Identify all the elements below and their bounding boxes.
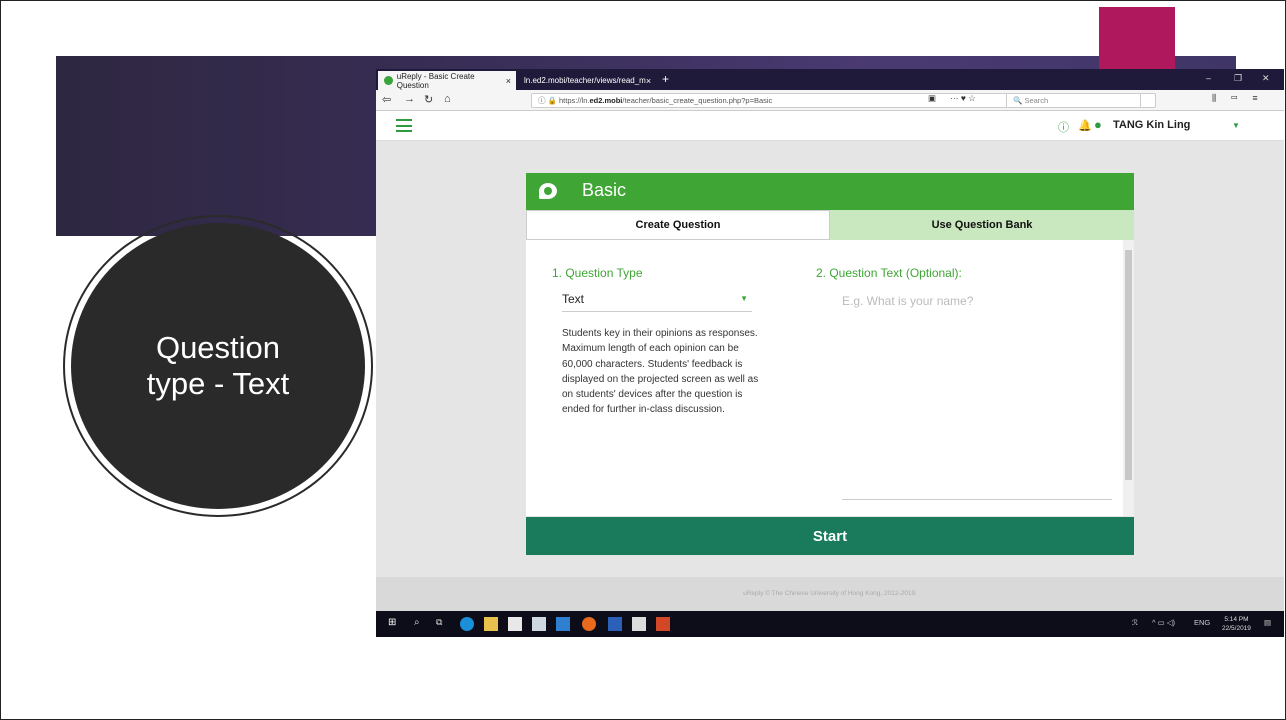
windows-start-icon[interactable]: ⊞ (388, 617, 402, 631)
slide-title: Question type - Text (118, 330, 318, 402)
close-window-icon[interactable]: ✕ (1262, 73, 1270, 84)
browser-search-input[interactable]: 🔍 Search (1006, 93, 1141, 108)
tab-label: ln.ed2.mobi/teacher/views/read_m (524, 76, 646, 85)
card-header: Basic (526, 173, 1134, 210)
bell-icon[interactable]: 🔔 (1078, 119, 1092, 132)
user-icon[interactable]: ● (1094, 117, 1102, 132)
tray-icons[interactable]: ^ ▭ ◁) (1152, 618, 1175, 627)
question-tabs: Create Question Use Question Bank (526, 210, 1134, 240)
screenshot: uReply - Basic Create Question × ln.ed2.… (376, 69, 1284, 637)
accent-block (1099, 7, 1175, 69)
question-text-input[interactable] (842, 294, 1112, 500)
url-path: /teacher/basic_create_question.php?p=Bas… (622, 96, 773, 105)
card-title: Basic (582, 180, 627, 200)
question-type-select[interactable]: Text ▼ (562, 292, 752, 312)
page-actions-icon[interactable]: ··· ♥ ☆ (950, 93, 976, 104)
tab-ureply[interactable]: uReply - Basic Create Question × (378, 71, 516, 90)
user-dropdown-icon[interactable]: ▼ (1232, 121, 1240, 130)
user-name[interactable]: TANG Kin Ling (1113, 119, 1190, 131)
clock-time: 5:14 PM (1224, 616, 1249, 623)
browser-tab-bar: uReply - Basic Create Question × ln.ed2.… (376, 69, 1284, 90)
help-icon[interactable]: ⓘ (1058, 119, 1069, 135)
forward-icon[interactable]: → (404, 93, 415, 105)
ureply-favicon-icon (384, 76, 393, 85)
task-view-icon[interactable]: ⧉ (436, 617, 450, 631)
question-text-label: 2. Question Text (Optional): (816, 266, 962, 280)
search-icon[interactable]: ⌕ (414, 617, 428, 631)
url-domain: ed2.mobi (589, 96, 623, 105)
menu-icon[interactable] (396, 119, 412, 132)
start-button[interactable]: Start (526, 517, 1134, 555)
restore-icon[interactable]: ❐ (1234, 73, 1242, 84)
search-placeholder: Search (1024, 96, 1049, 105)
clock-date: 22/5/2019 (1222, 625, 1251, 632)
powerpoint-icon[interactable] (656, 617, 670, 631)
photos-icon[interactable] (632, 617, 646, 631)
taskbar-clock[interactable]: 5:14 PM 22/5/2019 (1222, 615, 1251, 633)
tab-use-question-bank[interactable]: Use Question Bank (830, 210, 1134, 240)
question-type-label: 1. Question Type (552, 266, 643, 280)
question-bubble-icon (539, 183, 557, 199)
scrollbar[interactable] (1123, 240, 1134, 516)
windows-taskbar: ⊞ ⌕ ⧉ ℛ ^ ▭ ◁) ENG 5:14 PM 22/5/2019 ▤ (376, 611, 1284, 637)
card-body: 1. Question Type Text ▼ Students key in … (526, 240, 1134, 516)
slide-title-line2: type - Text (146, 366, 290, 401)
firefox-icon[interactable] (582, 617, 596, 631)
reader-view-icon[interactable]: ▣ (928, 93, 936, 104)
file-explorer-icon[interactable] (484, 617, 498, 631)
edge-icon[interactable] (460, 617, 474, 631)
home-icon[interactable]: ⌂ (444, 93, 451, 105)
title-circle: Question type - Text (71, 223, 365, 509)
tab-create-question[interactable]: Create Question (526, 210, 830, 240)
close-tab-icon[interactable]: × (506, 76, 511, 86)
notification-icon[interactable]: ▤ (1264, 618, 1271, 627)
back-icon[interactable]: ⇦ (382, 93, 391, 106)
browser-toolbar-icons[interactable]: ⫼ ▭ ≡ (1212, 93, 1264, 104)
chevron-down-icon: ▼ (740, 294, 748, 303)
new-tab-button[interactable]: + (662, 72, 669, 86)
minimize-icon[interactable]: – (1206, 73, 1211, 83)
footer-copyright: uReply © The Chinese University of Hong … (376, 577, 1284, 611)
slide: Question type - Text uReply - Basic Creat… (0, 0, 1286, 720)
people-icon[interactable]: ℛ (1132, 618, 1138, 627)
app-header: ⓘ 🔔 ● TANG Kin Ling ▼ (376, 111, 1284, 141)
language-indicator[interactable]: ENG (1194, 618, 1210, 627)
close-tab-icon[interactable]: × (646, 76, 651, 86)
store-icon[interactable] (508, 617, 522, 631)
question-type-description: Students key in their opinions as respon… (562, 328, 759, 416)
tab-label: uReply - Basic Create Question (396, 71, 475, 90)
question-type-value: Text (562, 292, 585, 306)
scrollbar-thumb[interactable] (1125, 250, 1132, 480)
word-icon[interactable] (608, 617, 622, 631)
tab-teacher-views[interactable]: ln.ed2.mobi/teacher/views/read_m × (518, 71, 656, 90)
browser-nav-bar: ⇦ → ↻ ⌂ ⓘ 🔒 https://ln.ed2.mobi/teacher/… (376, 90, 1284, 111)
mail-icon[interactable] (532, 617, 546, 631)
slide-title-line1: Question (155, 330, 281, 365)
outlook-icon[interactable] (556, 617, 570, 631)
reload-icon[interactable]: ↻ (424, 93, 433, 106)
url-prefix: https://ln. (559, 96, 590, 105)
